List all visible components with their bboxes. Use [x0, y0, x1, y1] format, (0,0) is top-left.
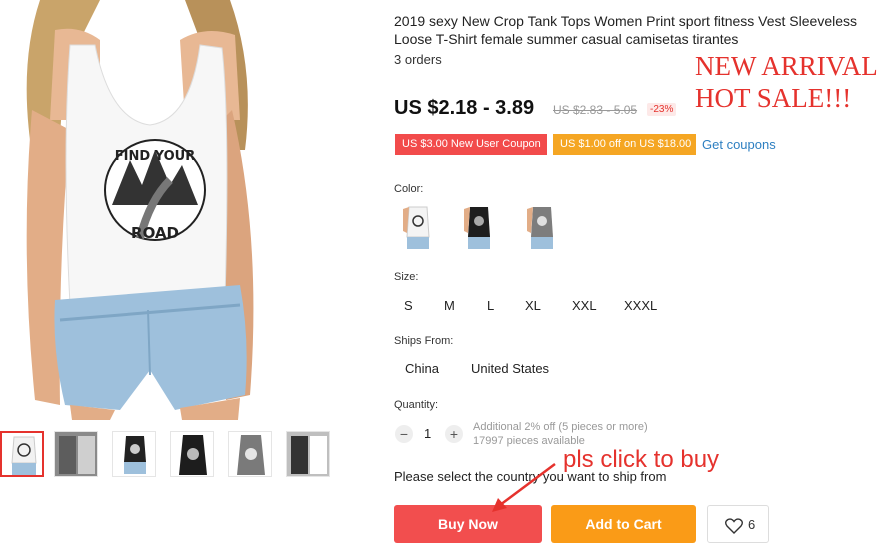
ship-option-united-states[interactable]: United States	[471, 361, 549, 376]
store-coupon[interactable]: US $1.00 off on US $18.00	[553, 134, 696, 155]
promo-text: NEW ARRIVAL HOT SALE!!!	[695, 50, 878, 114]
bulk-discount-note: Additional 2% off (5 pieces or more)	[473, 421, 648, 433]
discount-badge: -23%	[647, 103, 677, 116]
new-user-coupon[interactable]: US $3.00 New User Coupon	[395, 134, 547, 155]
size-option-xxl[interactable]: XXL	[572, 298, 597, 313]
add-to-cart-button[interactable]: Add to Cart	[551, 505, 696, 543]
product-title: 2019 sexy New Crop Tank Tops Women Print…	[394, 13, 858, 47]
ship-option-china[interactable]: China	[405, 361, 439, 376]
thumbnail-1[interactable]	[0, 431, 44, 477]
wishlist-button[interactable]: 6	[707, 505, 769, 543]
thumbnail-6[interactable]	[286, 431, 330, 477]
thumbnail-4[interactable]	[170, 431, 214, 477]
color-option-black[interactable]	[462, 203, 496, 251]
annotation-text: pls click to buy	[563, 446, 720, 473]
wishlist-count: 6	[748, 517, 756, 532]
buy-now-button[interactable]: Buy Now	[394, 505, 542, 543]
quantity-value[interactable]: 1	[424, 426, 431, 441]
color-label: Color:	[394, 183, 424, 195]
quantity-plus-button[interactable]: +	[445, 425, 463, 443]
size-option-m[interactable]: M	[444, 298, 455, 313]
thumbnail-strip	[0, 431, 340, 477]
thumbnail-5[interactable]	[228, 431, 272, 477]
thumbnail-3[interactable]	[112, 431, 156, 477]
main-product-image: FIND YOUR ROAD	[0, 0, 270, 420]
get-coupons-link[interactable]: Get coupons	[702, 137, 776, 152]
quantity-label: Quantity:	[394, 399, 439, 411]
color-option-white[interactable]	[401, 203, 435, 251]
shirt-print-top: FIND YOUR	[115, 149, 195, 164]
original-price: US $2.83 - 5.05	[553, 103, 638, 117]
size-option-l[interactable]: L	[487, 298, 494, 313]
size-option-s[interactable]: S	[404, 298, 413, 313]
thumbnail-2[interactable]	[54, 431, 98, 477]
promo-line-1: NEW ARRIVAL	[695, 51, 878, 81]
ships-from-label: Ships From:	[394, 335, 454, 347]
price-range: US $2.18 - 3.89	[394, 97, 535, 119]
size-option-xxxl[interactable]: XXXL	[624, 298, 657, 313]
quantity-minus-button[interactable]: −	[395, 425, 413, 443]
heart-icon	[725, 518, 743, 534]
size-option-xl[interactable]: XL	[525, 298, 541, 313]
color-option-gray[interactable]	[525, 203, 559, 251]
promo-line-2: HOT SALE!!!	[695, 83, 852, 113]
size-label: Size:	[394, 271, 419, 283]
order-count: 3 orders	[394, 52, 442, 67]
shirt-print-bottom: ROAD	[131, 224, 179, 242]
